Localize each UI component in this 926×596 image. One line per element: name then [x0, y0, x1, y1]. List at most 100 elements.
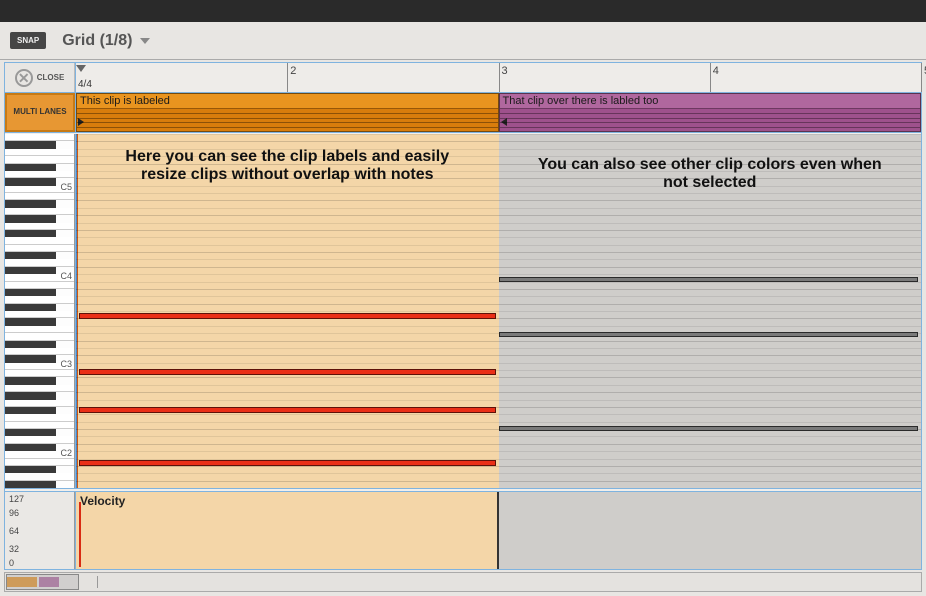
bar-marker: 2: [287, 63, 296, 92]
midi-note[interactable]: [79, 369, 496, 375]
white-key[interactable]: [5, 311, 74, 318]
black-key[interactable]: [5, 355, 56, 362]
black-key[interactable]: [5, 200, 56, 207]
white-key[interactable]: [5, 223, 74, 230]
vel-tick: 32: [9, 544, 19, 554]
bar-marker: 3: [499, 63, 508, 92]
white-key[interactable]: [5, 333, 74, 340]
black-key[interactable]: [5, 141, 56, 148]
black-key[interactable]: [5, 267, 56, 274]
velocity-scale: 127 96 64 32 0: [5, 492, 75, 569]
white-key[interactable]: [5, 414, 74, 421]
white-key[interactable]: [5, 237, 74, 244]
black-key[interactable]: [5, 304, 56, 311]
velocity-stem[interactable]: [79, 502, 81, 567]
midi-note-inactive[interactable]: [499, 277, 919, 282]
white-key[interactable]: [5, 296, 74, 303]
black-key[interactable]: [5, 444, 56, 451]
black-key[interactable]: [5, 377, 56, 384]
clip-header-orange[interactable]: This clip is labeled: [76, 93, 499, 132]
close-button[interactable]: ✕ CLOSE: [5, 63, 75, 92]
chevron-down-icon: [140, 38, 150, 44]
white-key[interactable]: [5, 459, 74, 466]
close-icon: ✕: [15, 69, 33, 87]
midi-note[interactable]: [79, 313, 496, 319]
white-key[interactable]: C5: [5, 186, 74, 193]
vel-tick: 127: [9, 494, 24, 504]
white-key[interactable]: [5, 193, 74, 200]
clip-label: This clip is labeled: [77, 94, 498, 108]
white-key[interactable]: [5, 171, 74, 178]
black-key[interactable]: [5, 318, 56, 325]
white-key[interactable]: [5, 208, 74, 215]
top-toolbar: SNAP Grid (1/8): [0, 22, 926, 60]
white-key[interactable]: [5, 370, 74, 377]
note-grid[interactable]: Here you can see the clip labels and eas…: [75, 134, 921, 488]
minimap-viewport[interactable]: [6, 574, 79, 590]
minimap-tick: [97, 576, 98, 588]
white-key[interactable]: [5, 400, 74, 407]
black-key[interactable]: [5, 215, 56, 222]
midi-note-inactive[interactable]: [499, 426, 919, 431]
velocity-lane: 127 96 64 32 0 Velocity: [5, 491, 921, 569]
grid-resolution-label: Grid (1/8): [62, 32, 132, 50]
black-key[interactable]: [5, 252, 56, 259]
multi-lanes-button[interactable]: MULTI LANES: [5, 93, 75, 132]
white-key[interactable]: [5, 259, 74, 266]
grid-resolution-dropdown[interactable]: Grid (1/8): [62, 32, 150, 50]
white-key[interactable]: [5, 134, 74, 141]
clip-lane[interactable]: This clip is labeled That clip over ther…: [75, 93, 921, 132]
white-key[interactable]: [5, 326, 74, 333]
white-key[interactable]: [5, 149, 74, 156]
ruler-row: ✕ CLOSE 4/4 2 3 4 5: [5, 63, 921, 93]
white-key[interactable]: C2: [5, 451, 74, 458]
midi-editor: ✕ CLOSE 4/4 2 3 4 5 MULTI LANES This cli…: [4, 62, 922, 570]
vel-tick: 0: [9, 558, 14, 568]
black-key[interactable]: [5, 466, 56, 473]
clip-header-purple[interactable]: That clip over there is labled too: [499, 93, 922, 132]
piano-keyboard[interactable]: C5 C4 C3 C2: [5, 134, 75, 488]
vel-tick: 96: [9, 508, 19, 518]
black-key[interactable]: [5, 289, 56, 296]
octave-label: C4: [60, 271, 72, 281]
minimap[interactable]: [4, 572, 922, 592]
clip-body: [500, 108, 921, 131]
vel-tick: 64: [9, 526, 19, 536]
midi-note-inactive[interactable]: [499, 332, 919, 337]
white-key[interactable]: [5, 156, 74, 163]
white-key[interactable]: [5, 245, 74, 252]
black-key[interactable]: [5, 164, 56, 171]
snap-toggle-button[interactable]: SNAP: [10, 32, 46, 49]
time-signature: 4/4: [78, 79, 92, 90]
playhead-marker-icon[interactable]: [76, 65, 86, 72]
black-key[interactable]: [5, 407, 56, 414]
black-key[interactable]: [5, 481, 56, 488]
midi-note[interactable]: [79, 460, 496, 466]
piano-roll: C5 C4 C3 C2 Here you can see the clip label…: [5, 134, 921, 489]
clip-lane-row: MULTI LANES This clip is labeled That cl…: [5, 93, 921, 133]
black-key[interactable]: [5, 178, 56, 185]
black-key[interactable]: [5, 392, 56, 399]
white-key[interactable]: [5, 422, 74, 429]
white-key[interactable]: [5, 473, 74, 480]
bar-marker: 4: [710, 63, 719, 92]
black-key[interactable]: [5, 429, 56, 436]
bar-marker: 5: [921, 63, 926, 92]
midi-note[interactable]: [79, 407, 496, 413]
velocity-body[interactable]: Velocity: [75, 492, 921, 569]
octave-label: C2: [60, 448, 72, 458]
octave-label: C5: [60, 182, 72, 192]
velocity-bg-unselected: [499, 492, 922, 569]
white-key[interactable]: [5, 385, 74, 392]
velocity-bg-selected: [76, 492, 499, 569]
white-key[interactable]: C4: [5, 274, 74, 281]
white-key[interactable]: C3: [5, 363, 74, 370]
black-key[interactable]: [5, 341, 56, 348]
black-key[interactable]: [5, 230, 56, 237]
timeline-ruler[interactable]: 4/4 2 3 4 5: [75, 63, 921, 92]
white-key[interactable]: [5, 436, 74, 443]
white-key[interactable]: [5, 348, 74, 355]
white-key[interactable]: [5, 282, 74, 289]
clip-body: [77, 108, 498, 131]
close-label: CLOSE: [37, 73, 65, 82]
